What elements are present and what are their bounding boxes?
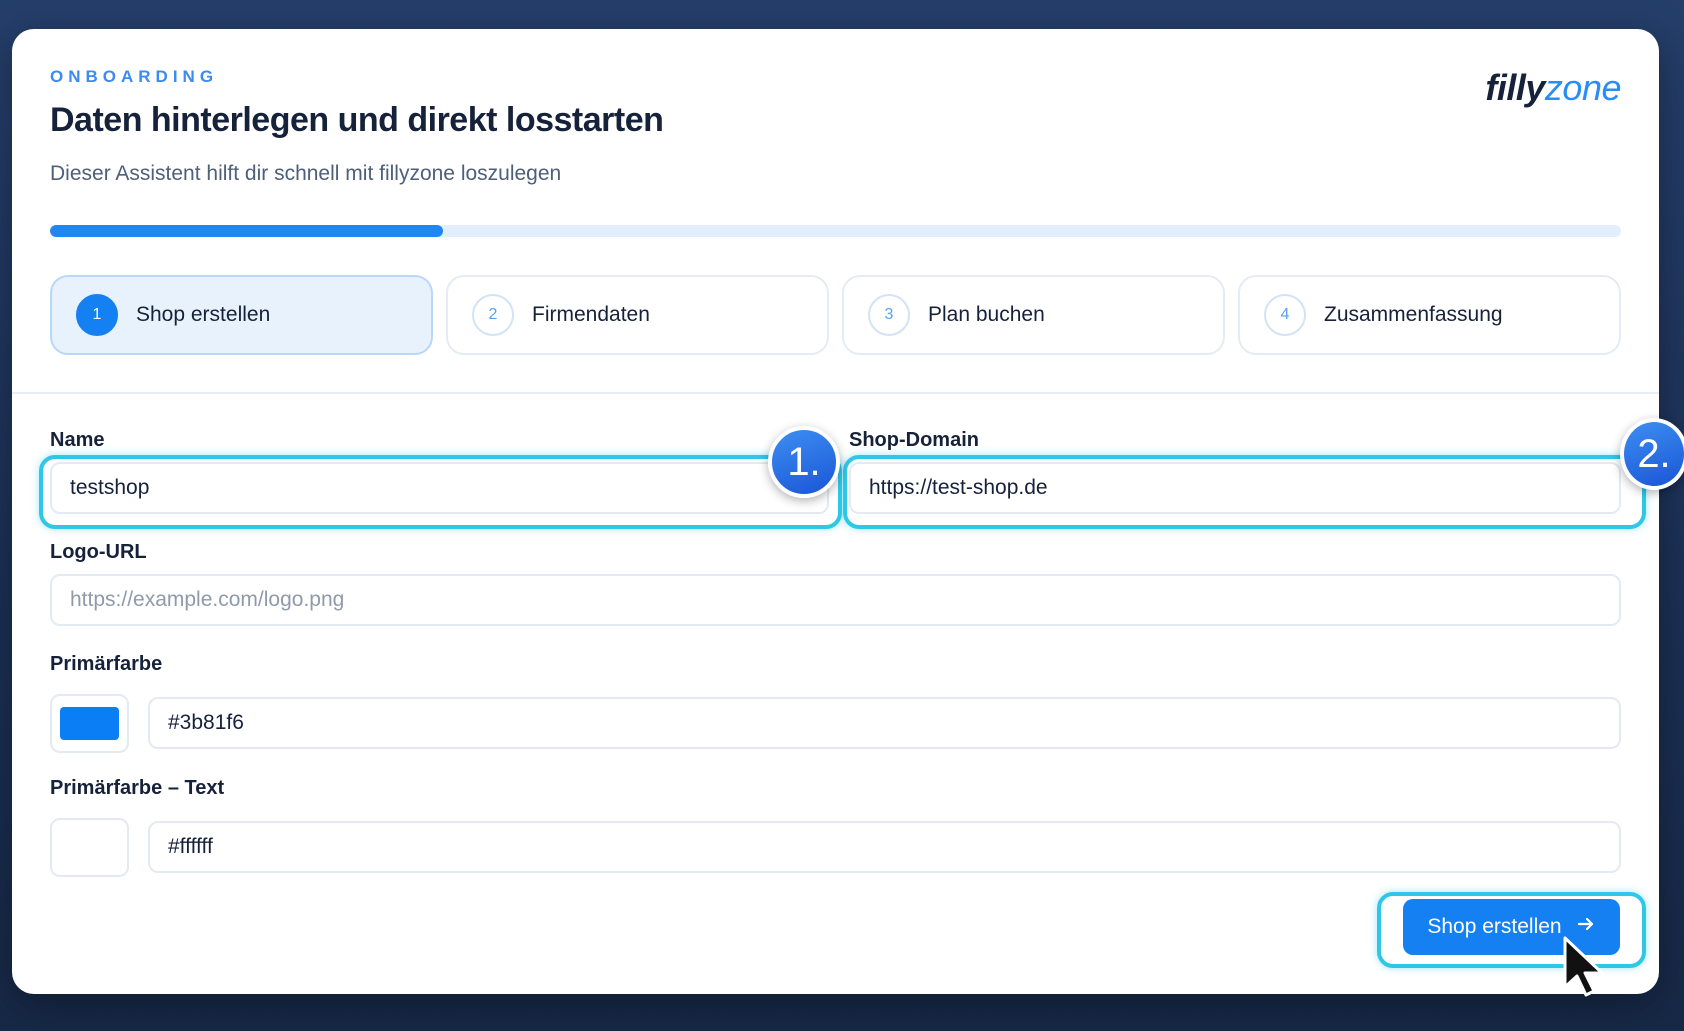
step-label: Firmendaten — [532, 303, 650, 326]
shop-domain-label: Shop-Domain — [849, 429, 979, 451]
step-number: 2 — [472, 294, 514, 336]
progress-fill — [50, 225, 443, 237]
primary-text-color-picker[interactable] — [50, 818, 129, 877]
fillyzone-logo: fillyzone — [1485, 67, 1621, 109]
highlight-name-field — [39, 455, 842, 529]
step-shop-erstellen[interactable]: 1 Shop erstellen — [50, 275, 433, 355]
mouse-cursor-icon — [1562, 935, 1610, 1004]
step-zusammenfassung[interactable]: 4 Zusammenfassung — [1238, 275, 1621, 355]
logo-text-part2: zone — [1544, 67, 1622, 108]
step-label: Zusammenfassung — [1324, 303, 1503, 326]
primary-color-label: Primärfarbe — [50, 653, 163, 675]
primary-text-color-swatch — [60, 831, 119, 864]
progress-bar — [50, 225, 1621, 237]
section-divider — [12, 392, 1659, 394]
logo-url-label: Logo-URL — [50, 541, 147, 563]
name-label: Name — [50, 429, 105, 451]
primary-text-color-input[interactable]: #ffffff — [148, 821, 1621, 873]
page-title: Daten hinterlegen und direkt losstarten — [50, 101, 664, 139]
step-number: 1 — [76, 294, 118, 336]
eyebrow-label: ONBOARDING — [50, 67, 219, 86]
step-plan-buchen[interactable]: 3 Plan buchen — [842, 275, 1225, 355]
logo-text-part1: filly — [1485, 67, 1545, 108]
step-label: Shop erstellen — [136, 303, 271, 326]
annotation-badge-2: 2. — [1620, 418, 1684, 490]
highlight-domain-field — [843, 455, 1646, 529]
stepper: 1 Shop erstellen 2 Firmendaten 3 Plan bu… — [50, 275, 1621, 355]
primary-color-input[interactable]: #3b81f6 — [148, 697, 1621, 749]
logo-url-input[interactable]: https://example.com/logo.png — [50, 574, 1621, 626]
primary-color-picker[interactable] — [50, 694, 129, 753]
primary-text-color-label: Primärfarbe – Text — [50, 777, 225, 799]
step-number: 3 — [868, 294, 910, 336]
page-subtitle: Dieser Assistent hilft dir schnell mit f… — [50, 162, 562, 185]
primary-color-swatch — [60, 707, 119, 740]
annotation-badge-1: 1. — [768, 426, 840, 498]
step-number: 4 — [1264, 294, 1306, 336]
step-label: Plan buchen — [928, 303, 1045, 326]
step-firmendaten[interactable]: 2 Firmendaten — [446, 275, 829, 355]
